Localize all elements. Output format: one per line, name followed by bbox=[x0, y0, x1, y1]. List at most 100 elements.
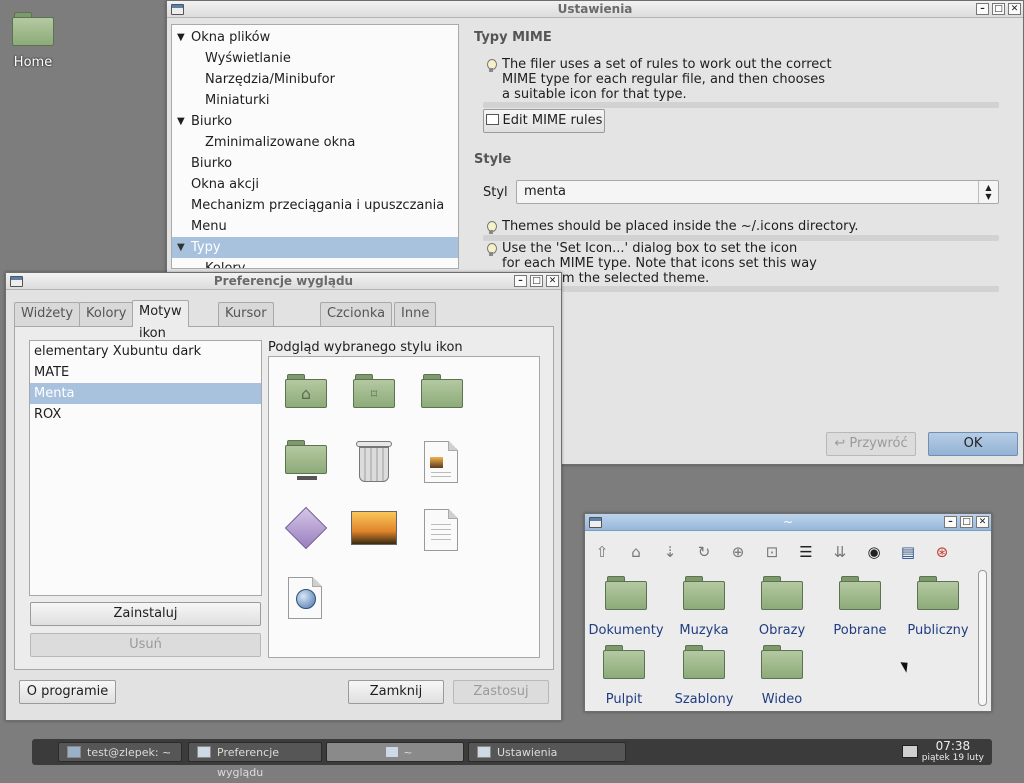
desktop-home-label[interactable]: Home bbox=[8, 55, 58, 70]
prefs-titlebar[interactable]: Preferencje wyglądu – □ ✕ bbox=[6, 273, 561, 290]
tab-kursor-myszy[interactable]: Kursor myszy bbox=[218, 302, 274, 343]
show-hidden-icon[interactable]: ◉ bbox=[863, 541, 885, 563]
bookmarks-icon[interactable]: ⇣ bbox=[659, 541, 681, 563]
style-select[interactable]: menta ▲ ▼ bbox=[516, 180, 999, 204]
tab-motyw-ikon[interactable]: Motyw ikon bbox=[132, 300, 189, 341]
image-document-icon bbox=[424, 441, 458, 483]
folder-icon bbox=[603, 645, 645, 679]
maximize-icon[interactable]: □ bbox=[992, 3, 1005, 15]
network-tray-icon[interactable] bbox=[902, 745, 918, 758]
list-item[interactable]: Menta bbox=[30, 383, 261, 404]
close-icon[interactable]: ✕ bbox=[546, 275, 559, 287]
generic-file-icon bbox=[284, 506, 328, 550]
icon-theme-list[interactable]: elementary Xubuntu dark MATE Menta ROX bbox=[29, 340, 262, 596]
expander-icon[interactable]: ▼ bbox=[177, 237, 185, 258]
refresh-icon[interactable]: ↻ bbox=[693, 541, 715, 563]
go-up-icon[interactable]: ⇧ bbox=[591, 541, 613, 563]
task-label: test@zlepek: ~ bbox=[87, 746, 172, 759]
task-filer[interactable]: ~ bbox=[326, 742, 464, 762]
task-settings[interactable]: Ustawienia bbox=[468, 742, 626, 762]
minimize-icon[interactable]: – bbox=[514, 275, 527, 287]
tree-item-kolory[interactable]: Kolory bbox=[172, 258, 458, 269]
ok-button[interactable]: OK bbox=[928, 432, 1018, 456]
tree-item-menu[interactable]: Menu bbox=[172, 216, 458, 237]
list-item[interactable]: MATE bbox=[30, 362, 261, 383]
select-icon[interactable]: ▤ bbox=[897, 541, 919, 563]
clock[interactable]: 07:38 piątek 19 luty bbox=[922, 740, 984, 764]
file-label: Pobrane bbox=[833, 623, 887, 638]
terminal-icon bbox=[67, 746, 81, 758]
minimize-icon[interactable]: – bbox=[944, 516, 957, 528]
style-label: Styl bbox=[483, 185, 508, 200]
tree-item-typy[interactable]: ▼ Typy bbox=[172, 237, 458, 258]
tree-item-okna-plikow[interactable]: ▼ Okna plików bbox=[172, 27, 458, 48]
close-icon[interactable]: ✕ bbox=[1008, 3, 1021, 15]
edit-mime-rules-button[interactable]: Edit MIME rules bbox=[483, 109, 605, 133]
file-label: Szablony bbox=[674, 692, 734, 707]
network-connector-icon bbox=[297, 476, 317, 480]
file-icon-area[interactable]: Dokumenty Muzyka Obrazy Pobrane Publiczn… bbox=[586, 569, 978, 710]
tree-item-biurko-group[interactable]: ▼ Biurko bbox=[172, 111, 458, 132]
tree-item-drag-drop[interactable]: Mechanizm przeciągania i upuszczania bbox=[172, 195, 458, 216]
tab-kolory[interactable]: Kolory bbox=[79, 302, 134, 326]
tree-item-wyswietlanie[interactable]: Wyświetlanie bbox=[172, 48, 458, 69]
fit-icon[interactable]: ⊡ bbox=[761, 541, 783, 563]
tree-item-label: Okna plików bbox=[191, 30, 271, 45]
icon-theme-panel: elementary Xubuntu dark MATE Menta ROX P… bbox=[14, 326, 554, 670]
text-document-icon bbox=[424, 509, 458, 551]
about-button[interactable]: O programie bbox=[19, 680, 116, 704]
close-button[interactable]: Zamknij bbox=[348, 680, 444, 704]
tree-item-narzedzia[interactable]: Narzędzia/Minibufor bbox=[172, 69, 458, 90]
mime-info-text: The filer uses a set of rules to work ou… bbox=[502, 57, 832, 102]
trash-icon bbox=[356, 441, 392, 483]
tab-czcionka[interactable]: Czcionka bbox=[320, 302, 393, 326]
tree-item-zminimalizowane[interactable]: Zminimalizowane okna bbox=[172, 132, 458, 153]
tree-item-label: Typy bbox=[191, 240, 221, 255]
tree-item-label: Wyświetlanie bbox=[205, 51, 291, 66]
tree-item-biurko[interactable]: Biurko bbox=[172, 153, 458, 174]
help-icon[interactable]: ⊛ bbox=[931, 541, 953, 563]
spin-arrows-icon[interactable]: ▲ ▼ bbox=[978, 181, 998, 203]
folder-icon bbox=[839, 576, 881, 610]
home-folder-icon[interactable] bbox=[12, 12, 54, 46]
list-item[interactable]: ROX bbox=[30, 404, 261, 425]
details-view-icon[interactable]: ☰ bbox=[795, 541, 817, 563]
remove-button[interactable]: Usuń bbox=[30, 633, 261, 657]
file-label: Pulpit bbox=[605, 692, 643, 707]
expander-icon[interactable]: ▼ bbox=[177, 111, 185, 132]
task-preferences[interactable]: Preferencje wyglądu bbox=[188, 742, 322, 779]
minimize-icon[interactable]: – bbox=[976, 3, 989, 15]
settings-category-tree[interactable]: ▼ Okna plików Wyświetlanie Narzędzia/Min… bbox=[171, 24, 459, 269]
style-heading: Style bbox=[474, 152, 512, 167]
sort-icon[interactable]: ⇊ bbox=[829, 541, 851, 563]
expander-icon[interactable]: ▼ bbox=[177, 27, 185, 48]
close-icon[interactable]: ✕ bbox=[976, 516, 989, 528]
maximize-icon[interactable]: □ bbox=[530, 275, 543, 287]
home-icon[interactable]: ⌂ bbox=[625, 541, 647, 563]
maximize-icon[interactable]: □ bbox=[960, 516, 973, 528]
tree-item-label: Zminimalizowane okna bbox=[205, 135, 356, 150]
tab-widzety[interactable]: Widżety bbox=[14, 302, 81, 326]
settings-titlebar[interactable]: Ustawienia – □ ✕ bbox=[167, 1, 1023, 18]
tree-item-miniaturki[interactable]: Miniaturki bbox=[172, 90, 458, 111]
install-button[interactable]: Zainstaluj bbox=[30, 602, 261, 626]
clock-date: piątek 19 luty bbox=[921, 753, 984, 763]
zoom-in-icon[interactable]: ⊕ bbox=[727, 541, 749, 563]
prefs-title: Preferencje wyglądu bbox=[213, 274, 354, 288]
lightbulb-icon bbox=[486, 59, 497, 73]
task-terminal[interactable]: test@zlepek: ~ bbox=[58, 742, 182, 762]
revert-button[interactable]: ↩ Przywróć bbox=[826, 432, 916, 456]
file-label: Publiczny bbox=[907, 623, 969, 638]
tree-item-okna-akcji[interactable]: Okna akcji bbox=[172, 174, 458, 195]
tab-inne[interactable]: Inne bbox=[394, 302, 437, 326]
tree-item-label: Biurko bbox=[191, 114, 233, 129]
apply-button[interactable]: Zastosuj bbox=[453, 680, 549, 704]
tree-item-label: Biurko bbox=[191, 156, 233, 171]
vertical-scrollbar[interactable] bbox=[978, 570, 987, 706]
folder-icon bbox=[683, 576, 725, 610]
file-label: Muzyka bbox=[679, 623, 729, 638]
edit-mime-icon bbox=[485, 114, 499, 125]
tree-item-label: Kolory bbox=[205, 261, 246, 269]
filer-titlebar[interactable]: ~ – □ ✕ bbox=[585, 514, 991, 531]
tree-item-label: Narzędzia/Minibufor bbox=[205, 72, 335, 87]
